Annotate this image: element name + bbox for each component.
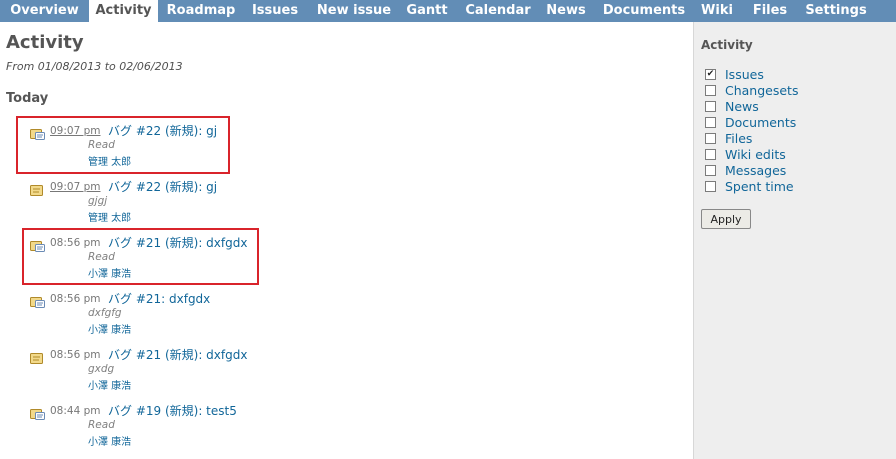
event-link[interactable]: バグ #22 (新規): gj xyxy=(108,122,217,139)
wiki-edits-checkbox[interactable] xyxy=(705,149,716,160)
page-title: Activity xyxy=(6,32,84,53)
event-link[interactable]: バグ #21 (新規): dxfgdx xyxy=(108,234,247,251)
activity-item: 08:56 pm バグ #21 (新規): dxfgdx Read 小澤 康浩 xyxy=(30,234,330,284)
spent-time-checkbox[interactable] xyxy=(705,181,716,192)
author-link[interactable]: 小澤 康浩 xyxy=(88,321,131,336)
event-description: Read xyxy=(88,419,115,431)
apply-button[interactable]: Apply xyxy=(701,209,751,229)
issue-edit-icon xyxy=(30,350,45,364)
files-checkbox[interactable] xyxy=(705,133,716,144)
issue-note-icon xyxy=(30,126,45,140)
filter-label[interactable]: Messages xyxy=(725,163,786,178)
main-content: Activity From 01/08/2013 to 02/06/2013 T… xyxy=(0,22,693,459)
filter-label[interactable]: Spent time xyxy=(725,179,794,194)
event-description: dxfgfg xyxy=(88,307,122,319)
sidebar-title: Activity xyxy=(701,38,753,52)
filter-label[interactable]: Wiki edits xyxy=(725,147,786,162)
filter-label[interactable]: Files xyxy=(725,131,752,146)
tab-overview[interactable]: Overview xyxy=(7,0,82,22)
event-time: 08:56 pm xyxy=(50,237,101,249)
documents-checkbox[interactable] xyxy=(705,117,716,128)
tab-new-issue[interactable]: New issue xyxy=(314,0,394,22)
author-link[interactable]: 小澤 康浩 xyxy=(88,265,131,280)
issue-note-icon xyxy=(30,238,45,252)
issue-note-icon xyxy=(30,406,45,420)
activity-item: 09:07 pm バグ #22 (新規): gj gjgj 管理 太郎 xyxy=(30,178,330,228)
event-description: gxdg xyxy=(88,363,115,375)
author-link[interactable]: 管理 太郎 xyxy=(88,209,131,224)
activity-item: 08:56 pm バグ #21 (新規): dxfgdx gxdg 小澤 康浩 xyxy=(30,346,330,396)
event-time: 08:44 pm xyxy=(50,405,101,417)
event-description: Read xyxy=(88,139,115,151)
day-heading: Today xyxy=(6,91,49,106)
event-link[interactable]: バグ #22 (新規): gj xyxy=(108,178,217,195)
tab-roadmap[interactable]: Roadmap xyxy=(166,0,236,22)
activity-item: 08:44 pm バグ #19 (新規): test5 Read 小澤 康浩 xyxy=(30,402,330,452)
tab-issues[interactable]: Issues xyxy=(249,0,301,22)
event-time: 09:07 pm xyxy=(50,181,101,193)
tab-gantt[interactable]: Gantt xyxy=(404,0,450,22)
news-checkbox[interactable] xyxy=(705,101,716,112)
activity-item: 09:07 pm バグ #22 (新規): gj Read 管理 太郎 xyxy=(30,122,330,172)
tab-news[interactable]: News xyxy=(543,0,589,22)
event-time: 08:56 pm xyxy=(50,293,101,305)
tab-files[interactable]: Files xyxy=(750,0,790,22)
event-description: gjgj xyxy=(88,195,108,207)
messages-checkbox[interactable] xyxy=(705,165,716,176)
sidebar: Activity ✔ Issues Changesets News Docume… xyxy=(693,22,896,459)
event-time: 09:07 pm xyxy=(50,125,101,137)
tab-documents[interactable]: Documents xyxy=(601,0,687,22)
event-time: 08:56 pm xyxy=(50,349,101,361)
event-link[interactable]: バグ #21 (新規): dxfgdx xyxy=(108,346,247,363)
filter-label[interactable]: Changesets xyxy=(725,83,798,98)
tab-settings[interactable]: Settings xyxy=(802,0,870,22)
issue-edit-icon xyxy=(30,182,45,196)
tab-activity[interactable]: Activity xyxy=(89,0,158,23)
activity-item: 08:56 pm バグ #21: dxfgdx dxfgfg 小澤 康浩 xyxy=(30,290,330,340)
top-navigation: Overview Activity Roadmap Issues New iss… xyxy=(0,0,896,23)
issue-note-icon xyxy=(30,294,45,308)
issues-checkbox[interactable]: ✔ xyxy=(705,69,716,80)
author-link[interactable]: 管理 太郎 xyxy=(88,153,131,168)
changesets-checkbox[interactable] xyxy=(705,85,716,96)
author-link[interactable]: 小澤 康浩 xyxy=(88,433,131,448)
filter-label[interactable]: News xyxy=(725,99,759,114)
event-description: Read xyxy=(88,251,115,263)
filter-label[interactable]: Issues xyxy=(725,67,764,82)
date-range: From 01/08/2013 to 02/06/2013 xyxy=(6,60,183,73)
tab-calendar[interactable]: Calendar xyxy=(462,0,534,22)
event-link[interactable]: バグ #21: dxfgdx xyxy=(108,290,210,307)
event-link[interactable]: バグ #19 (新規): test5 xyxy=(108,402,237,419)
tab-wiki[interactable]: Wiki xyxy=(698,0,736,22)
filter-label[interactable]: Documents xyxy=(725,115,796,130)
author-link[interactable]: 小澤 康浩 xyxy=(88,377,131,392)
